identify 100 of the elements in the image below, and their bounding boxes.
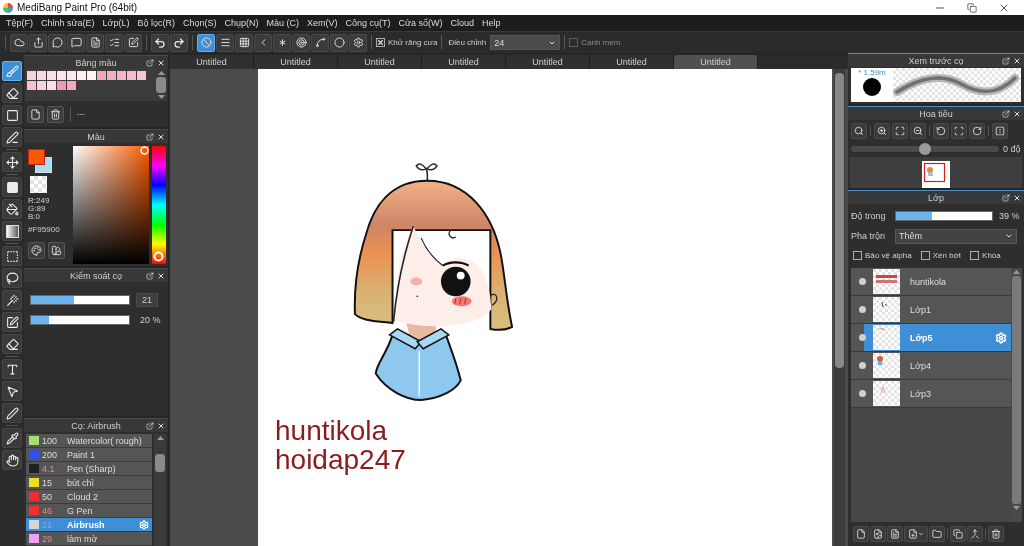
document-tab[interactable]: Untitled: [422, 55, 506, 69]
toolbar-button[interactable]: [105, 33, 123, 52]
snap-button[interactable]: [216, 33, 234, 52]
tool-button[interactable]: [2, 450, 22, 470]
external-link-icon[interactable]: [1002, 193, 1010, 202]
snap-button[interactable]: [292, 33, 310, 52]
menu-item[interactable]: Xem(V): [303, 15, 342, 31]
snap-button[interactable]: [235, 33, 253, 52]
scroll-up-icon[interactable]: [156, 436, 164, 440]
menu-item[interactable]: Công cụ(T): [341, 15, 395, 31]
tool-button[interactable]: [2, 359, 22, 379]
saturation-value-field[interactable]: [73, 146, 149, 264]
external-link-icon[interactable]: [146, 132, 154, 141]
tool-button[interactable]: [2, 268, 22, 288]
close-icon[interactable]: [157, 421, 165, 430]
palette-swatch[interactable]: [47, 81, 56, 90]
palette-swatch[interactable]: [127, 71, 136, 80]
menu-item[interactable]: Màu (C): [262, 15, 304, 31]
toolbar-button[interactable]: [48, 33, 66, 52]
tool-button[interactable]: [2, 381, 22, 401]
navigator-button[interactable]: [951, 123, 967, 139]
checkbox[interactable]: [376, 38, 385, 47]
scroll-thumb[interactable]: [156, 77, 166, 93]
navigator-button[interactable]: [851, 123, 867, 139]
blend-mode-dropdown[interactable]: Thêm: [895, 228, 1017, 244]
palette-swatch[interactable]: [137, 71, 146, 80]
brush-list-item[interactable]: 4.1 Pen (Sharp): [26, 462, 152, 476]
external-link-icon[interactable]: [146, 271, 154, 280]
tool-button[interactable]: [2, 83, 22, 103]
tool-button[interactable]: [2, 428, 22, 448]
tool-button[interactable]: [2, 221, 22, 241]
tool-button[interactable]: [2, 105, 22, 125]
menu-item[interactable]: Cloud: [446, 15, 479, 31]
menu-item[interactable]: Lớp(L): [98, 15, 134, 31]
close-icon[interactable]: [1013, 109, 1021, 118]
gear-icon[interactable]: [995, 331, 1007, 344]
gear-icon[interactable]: [139, 519, 149, 530]
external-link-icon[interactable]: [1002, 56, 1010, 65]
slider-track[interactable]: [30, 295, 130, 305]
checkbox[interactable]: [970, 250, 980, 260]
navigator-button[interactable]: [992, 123, 1008, 139]
scroll-down-icon[interactable]: [157, 95, 165, 99]
layer-row[interactable]: Lớp1: [851, 296, 1011, 324]
tool-button[interactable]: [2, 127, 22, 147]
palette-swatch[interactable]: [27, 71, 36, 80]
document-tab[interactable]: Untitled: [170, 55, 254, 69]
document-tab[interactable]: Untitled: [590, 55, 674, 69]
menu-item[interactable]: Tệp(F): [2, 15, 37, 31]
brush-list-item[interactable]: 29 làm mờ: [26, 532, 152, 546]
tool-button[interactable]: [2, 312, 22, 332]
close-icon[interactable]: [157, 271, 165, 280]
document-tab[interactable]: Untitled: [674, 55, 758, 69]
layer-tool-button[interactable]: [929, 526, 945, 542]
toolbar-button[interactable]: [124, 33, 142, 52]
navigator-button[interactable]: [892, 123, 908, 139]
layer-row[interactable]: huntikola: [851, 268, 1011, 296]
scroll-thumb[interactable]: [1012, 276, 1021, 504]
close-icon[interactable]: [157, 132, 165, 141]
document-tab[interactable]: Untitled: [506, 55, 590, 69]
document-tab[interactable]: Untitled: [254, 55, 338, 69]
tool-button[interactable]: [2, 177, 22, 197]
document-tab[interactable]: Untitled: [338, 55, 422, 69]
undo-button[interactable]: [151, 33, 169, 52]
tool-button[interactable]: [2, 290, 22, 310]
correction-dropdown[interactable]: 24: [490, 35, 561, 50]
brush-list-item[interactable]: 50 Cloud 2: [26, 490, 152, 504]
visibility-dot-icon[interactable]: [858, 278, 866, 285]
size-value-field[interactable]: 21: [136, 293, 158, 307]
external-link-icon[interactable]: [146, 58, 154, 67]
checkbox[interactable]: [853, 250, 862, 260]
swatch-book-button[interactable]: [48, 242, 65, 259]
scroll-up-icon[interactable]: [157, 71, 165, 75]
transparent-swatch[interactable]: [30, 176, 47, 193]
brush-list-item[interactable]: 100 Watercolor( rough): [26, 434, 152, 448]
snap-button[interactable]: [273, 33, 291, 52]
external-link-icon[interactable]: [1002, 109, 1010, 118]
snap-button[interactable]: [330, 33, 348, 52]
snap-button[interactable]: [197, 33, 215, 52]
slider-thumb[interactable]: [919, 143, 931, 155]
slider-track[interactable]: [30, 315, 130, 325]
delete-palette-button[interactable]: [47, 105, 64, 123]
rotation-slider-track[interactable]: [851, 146, 999, 152]
tool-button[interactable]: [2, 334, 22, 354]
palette-swatch[interactable]: [117, 71, 126, 80]
toolbar-button[interactable]: [86, 33, 104, 52]
layer-tool-button[interactable]: [887, 526, 903, 542]
hue-bar[interactable]: [152, 146, 166, 264]
layer-tool-button[interactable]: [950, 526, 966, 542]
close-icon[interactable]: [1013, 193, 1021, 202]
tool-button[interactable]: [2, 246, 22, 266]
visibility-dot-icon[interactable]: [858, 334, 866, 341]
snap-button[interactable]: [349, 33, 367, 52]
new-palette-button[interactable]: [27, 105, 44, 123]
foreground-background-swatch[interactable]: [28, 149, 52, 173]
layer-tool-button[interactable]: [870, 526, 886, 542]
visibility-dot-icon[interactable]: [858, 306, 866, 313]
palette-swatch[interactable]: [37, 81, 46, 90]
palette-swatch[interactable]: [57, 71, 66, 80]
palette-swatch[interactable]: [67, 81, 76, 90]
palette-button[interactable]: [28, 242, 45, 259]
